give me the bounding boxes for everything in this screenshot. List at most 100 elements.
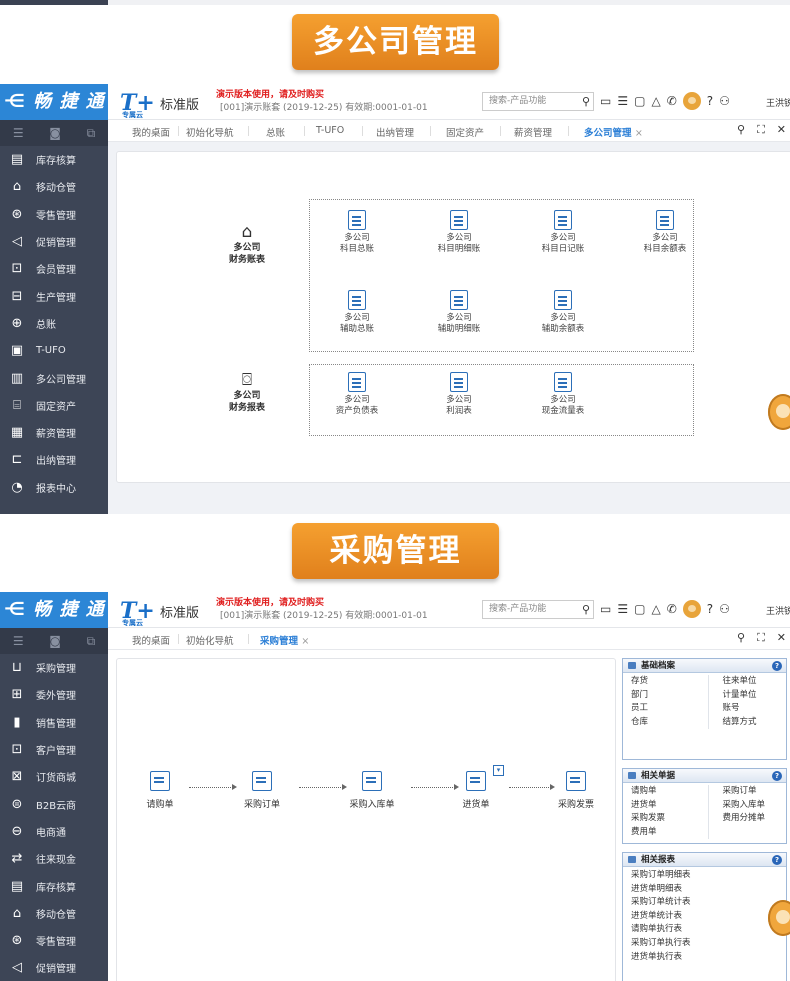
- sidebar-item-retail[interactable]: ⊛ 零售管理: [0, 201, 108, 228]
- dropdown-icon[interactable]: ▾: [493, 765, 504, 776]
- sidebar-item-b2b[interactable]: ⊜ B2B云商: [0, 790, 108, 817]
- fullscreen-icon[interactable]: ⛶: [757, 123, 765, 137]
- help-icon[interactable]: ?: [707, 602, 713, 616]
- help-icon[interactable]: ?: [772, 771, 782, 781]
- link-gr-detail[interactable]: 进货单明细表: [631, 883, 786, 897]
- item-account-journal[interactable]: 多公司 科目日记账: [533, 210, 593, 255]
- link-po-detail[interactable]: 采购订单明细表: [631, 869, 786, 883]
- tab-close-icon[interactable]: ×: [301, 636, 309, 647]
- sidebar-item-outsourcing[interactable]: ⊞ 委外管理: [0, 681, 108, 708]
- sidebar-item-inventory-accounting[interactable]: ▤ 库存核算: [0, 872, 108, 899]
- sidebar-item-salary[interactable]: ▦ 薪资管理: [0, 419, 108, 446]
- mascot-assistant[interactable]: [768, 900, 790, 936]
- sidebar-item-customer[interactable]: ⊡ 客户管理: [0, 736, 108, 763]
- link-requisition[interactable]: 请购单: [631, 785, 708, 799]
- sidebar-item-mobile-warehouse[interactable]: ⌂ 移动仓管: [0, 173, 108, 200]
- menu-icon[interactable]: ☰: [13, 126, 24, 140]
- link-account[interactable]: 账号: [722, 702, 786, 716]
- user-icon[interactable]: ⚇: [719, 602, 730, 616]
- link-settlement[interactable]: 结算方式: [722, 716, 786, 730]
- sidebar-item-general-ledger[interactable]: ⊕ 总账: [0, 310, 108, 337]
- search-icon[interactable]: ⚲: [582, 93, 590, 110]
- user-name[interactable]: 王洪锐: [766, 604, 790, 617]
- sidebar-item-inventory-accounting[interactable]: ▤ 库存核算: [0, 146, 108, 173]
- link-purchase-order[interactable]: 采购订单: [722, 785, 786, 799]
- search-input[interactable]: 搜索-产品功能 ⚲: [482, 600, 594, 619]
- flow-purchase-order[interactable]: 采购订单: [227, 771, 297, 810]
- save-icon[interactable]: ▭: [600, 94, 611, 108]
- sidebar-item-order-mall[interactable]: ⊠ 订货商城: [0, 763, 108, 790]
- tab-fixed-assets[interactable]: 固定资产: [446, 125, 484, 139]
- search-icon[interactable]: ⚲: [737, 631, 745, 645]
- sidebar-item-promotion[interactable]: ◁ 促销管理: [0, 954, 108, 981]
- tab-my-desktop[interactable]: 我的桌面: [132, 125, 170, 139]
- list-icon[interactable]: ☰: [617, 602, 628, 616]
- message-icon[interactable]: ▢: [634, 94, 645, 108]
- tab-my-desktop[interactable]: 我的桌面: [132, 633, 170, 647]
- flow-purchase-invoice[interactable]: 采购发票: [541, 771, 611, 810]
- sidebar-item-production[interactable]: ⊟ 生产管理: [0, 282, 108, 309]
- sidebar-item-multi-company[interactable]: ▥ 多公司管理: [0, 364, 108, 391]
- help-icon[interactable]: ?: [707, 94, 713, 108]
- link-goods-receipt[interactable]: 进货单: [631, 799, 708, 813]
- phone-icon[interactable]: ✆: [667, 602, 677, 616]
- fullscreen-icon[interactable]: ⛶: [757, 631, 765, 645]
- user-icon[interactable]: ⚇: [719, 94, 730, 108]
- sidebar-item-promotion[interactable]: ◁ 促销管理: [0, 228, 108, 255]
- mascot-icon[interactable]: [682, 600, 701, 618]
- link-expense-allocation[interactable]: 费用分摊单: [722, 812, 786, 826]
- sidebar-item-sales[interactable]: ▮ 销售管理: [0, 709, 108, 736]
- link-employee[interactable]: 员工: [631, 702, 708, 716]
- phone-icon[interactable]: ✆: [667, 94, 677, 108]
- message-icon[interactable]: ▢: [634, 602, 645, 616]
- demo-notice[interactable]: 演示版本使用，请及时购买: [216, 595, 324, 608]
- link-po-exec[interactable]: 采购订单执行表: [631, 937, 786, 951]
- close-icon[interactable]: ✕: [777, 631, 786, 645]
- sidebar-item-purchasing[interactable]: ⊔ 采购管理: [0, 654, 108, 681]
- save-icon[interactable]: ▭: [600, 602, 611, 616]
- flow-purchase-receipt[interactable]: 采购入库单: [337, 771, 407, 810]
- link-requisition-exec[interactable]: 请购单执行表: [631, 923, 786, 937]
- item-account-balance[interactable]: 多公司 科目余额表: [635, 210, 695, 255]
- flow-goods-receipt[interactable]: 进货单: [441, 771, 511, 810]
- list-icon[interactable]: ☰: [617, 94, 628, 108]
- edit-icon[interactable]: ⧉: [87, 126, 96, 141]
- bell-icon[interactable]: △: [651, 94, 660, 108]
- sidebar-item-retail[interactable]: ⊛ 零售管理: [0, 927, 108, 954]
- item-auxiliary-balance[interactable]: 多公司 辅助余额表: [533, 290, 593, 335]
- link-expense[interactable]: 费用单: [631, 826, 708, 840]
- item-income-statement[interactable]: 多公司 利润表: [429, 372, 489, 417]
- link-warehouse[interactable]: 仓库: [631, 716, 708, 730]
- help-icon[interactable]: ?: [772, 661, 782, 671]
- search-icon[interactable]: ⚲: [737, 123, 745, 137]
- link-purchase-invoice[interactable]: 采购发票: [631, 812, 708, 826]
- item-balance-sheet[interactable]: 多公司 资产负债表: [327, 372, 387, 417]
- search-icon[interactable]: ⚲: [582, 601, 590, 618]
- item-account-general-ledger[interactable]: 多公司 科目总账: [327, 210, 387, 255]
- search-input[interactable]: 搜索-产品功能 ⚲: [482, 92, 594, 111]
- mascot-assistant[interactable]: [768, 394, 790, 430]
- item-cash-flow[interactable]: 多公司 现金流量表: [533, 372, 593, 417]
- item-auxiliary-general-ledger[interactable]: 多公司 辅助总账: [327, 290, 387, 335]
- link-inventory[interactable]: 存货: [631, 675, 708, 689]
- link-gr-exec[interactable]: 进货单执行表: [631, 951, 786, 965]
- tab-init-nav[interactable]: 初始化导航: [186, 633, 234, 647]
- tab-salary[interactable]: 薪资管理: [514, 125, 552, 139]
- tab-general-ledger[interactable]: 总账: [266, 125, 285, 139]
- link-purchase-receipt[interactable]: 采购入库单: [722, 799, 786, 813]
- link-gr-stats[interactable]: 进货单统计表: [631, 910, 786, 924]
- sidebar-item-cashier[interactable]: ⊏ 出纳管理: [0, 446, 108, 473]
- link-unit[interactable]: 计量单位: [722, 689, 786, 703]
- view-icon[interactable]: ◙: [49, 634, 61, 648]
- sidebar-item-ecommerce[interactable]: ⊖ 电商通: [0, 818, 108, 845]
- item-auxiliary-detail-ledger[interactable]: 多公司 辅助明细账: [429, 290, 489, 335]
- demo-notice[interactable]: 演示版本使用，请及时购买: [216, 87, 324, 100]
- menu-icon[interactable]: ☰: [13, 634, 24, 648]
- tab-cashier[interactable]: 出纳管理: [376, 125, 414, 139]
- close-icon[interactable]: ✕: [777, 123, 786, 137]
- sidebar-item-fixed-assets[interactable]: ⌸ 固定资产: [0, 392, 108, 419]
- sidebar-item-cash-transfer[interactable]: ⇄ 往来现金: [0, 845, 108, 872]
- view-icon[interactable]: ◙: [49, 126, 61, 140]
- user-name[interactable]: 王洪锐: [766, 96, 790, 109]
- sidebar-item-report-center[interactable]: ◔ 报表中心: [0, 474, 108, 501]
